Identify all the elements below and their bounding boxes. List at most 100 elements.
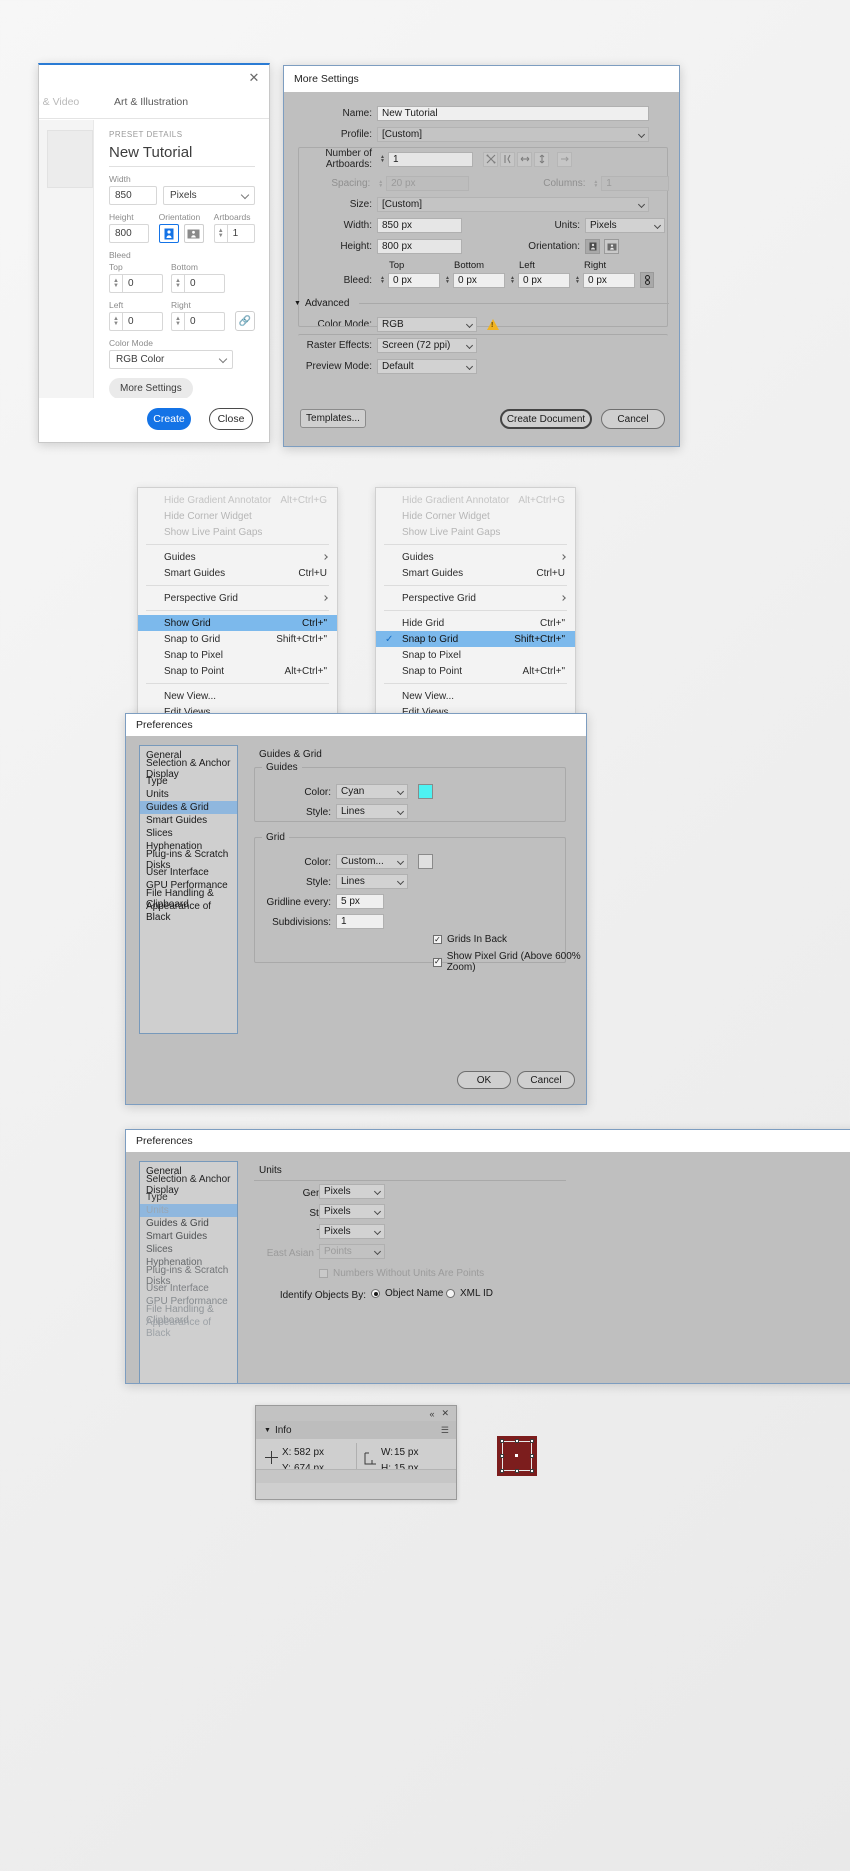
object-name-radio[interactable]	[371, 1289, 380, 1298]
chevron-down-icon[interactable]: ▼	[264, 1427, 271, 1434]
handle-top-center[interactable]	[515, 1439, 519, 1443]
artboards-stepper[interactable]: ▲ ▼	[377, 152, 388, 167]
xml-id-radio[interactable]	[446, 1289, 455, 1298]
cancel-button[interactable]: Cancel	[517, 1071, 575, 1089]
menu-item[interactable]: Hide Gradient Annotator Alt+Ctrl+G	[138, 492, 337, 508]
menu-item[interactable]: Guides	[376, 549, 575, 565]
numbers-without-units-row[interactable]: Numbers Without Units Are Points	[319, 1268, 484, 1279]
link-bleed-values-icon[interactable]	[640, 272, 654, 288]
tab-art-and-illustration[interactable]: Art & Illustration	[114, 96, 188, 108]
numbers-without-units-checkbox[interactable]	[319, 1269, 328, 1278]
artboard-layout-row-icon[interactable]	[517, 151, 532, 167]
menu-item[interactable]: Perspective Grid	[138, 590, 337, 606]
preferences-category-item[interactable]: Guides & Grid	[140, 1217, 237, 1230]
grid-color-select[interactable]: Custom...	[336, 854, 408, 869]
menu-item[interactable]: Guides	[138, 549, 337, 565]
preferences-category-item[interactable]: Appearance of Black	[140, 1317, 237, 1339]
menu-item[interactable]: Show Live Paint Gaps	[138, 524, 337, 540]
menu-item[interactable]: Snap to Point Alt+Ctrl+"	[376, 663, 575, 679]
guides-style-select[interactable]: Lines	[336, 804, 408, 819]
link-bleed-values-icon[interactable]: 🔗	[235, 311, 255, 331]
preset-thumbnail[interactable]	[47, 130, 93, 188]
preferences-category-item[interactable]: Slices	[140, 1243, 237, 1256]
preferences-category-item[interactable]: Appearance of Black	[140, 901, 237, 923]
grid-style-select[interactable]: Lines	[336, 874, 408, 889]
bleed-right-input[interactable]: 0 px	[583, 272, 635, 288]
profile-select[interactable]: [Custom]	[377, 127, 649, 142]
bleed-right-stepper[interactable]: ▲ ▼	[572, 273, 583, 288]
menu-item[interactable]: Hide Grid Ctrl+"	[376, 615, 575, 631]
height-input[interactable]: 800 px	[377, 239, 462, 254]
color-mode-select[interactable]: RGB	[377, 317, 477, 332]
preferences-category-list[interactable]: General Selection & Anchor Display Type Uni…	[139, 1161, 238, 1383]
menu-item[interactable]: Hide Corner Widget	[376, 508, 575, 524]
preferences-category-item[interactable]: Units	[140, 788, 237, 801]
preferences-category-item[interactable]: Plug-ins & Scratch Disks	[140, 849, 237, 871]
guides-color-swatch[interactable]	[418, 784, 433, 799]
width-input[interactable]: 850	[109, 186, 157, 205]
artboard-layout-column-icon[interactable]	[534, 151, 549, 167]
tab-film-and-video[interactable]: m & Video	[39, 96, 79, 108]
ok-button[interactable]: OK	[457, 1071, 511, 1089]
east-asian-type-select[interactable]: Points	[319, 1244, 385, 1259]
menu-item[interactable]: New View...	[376, 688, 575, 704]
stroke-units-select[interactable]: Pixels	[319, 1204, 385, 1219]
handle-bottom-right[interactable]	[530, 1469, 534, 1473]
handle-top-right[interactable]	[530, 1439, 534, 1443]
preferences-category-item[interactable]: Smart Guides	[140, 1230, 237, 1243]
spacing-stepper[interactable]: ▲ ▼	[375, 176, 386, 191]
menu-item[interactable]: Snap to Pixel	[376, 647, 575, 663]
size-select[interactable]: [Custom]	[377, 197, 649, 212]
handle-middle-right[interactable]	[530, 1454, 534, 1458]
bleed-top-input[interactable]: 0	[122, 274, 163, 293]
bleed-bottom-stepper[interactable]: ▲ ▼	[442, 273, 453, 288]
bleed-left-stepper[interactable]: ▲ ▼	[109, 312, 122, 331]
object-name-radio-row[interactable]: Object Name	[371, 1288, 443, 1299]
preferences-category-item[interactable]: Selection & Anchor Display	[140, 758, 237, 780]
xml-id-radio-row[interactable]: XML ID	[446, 1288, 493, 1299]
menu-item[interactable]: Snap to Grid Shift+Ctrl+"	[138, 631, 337, 647]
more-settings-button[interactable]: More Settings	[109, 378, 193, 399]
width-units-select[interactable]: Pixels	[163, 186, 255, 205]
bleed-left-input[interactable]: 0 px	[518, 272, 570, 288]
bleed-bottom-stepper[interactable]: ▲ ▼	[171, 274, 184, 293]
menu-item[interactable]: Perspective Grid	[376, 590, 575, 606]
columns-stepper[interactable]: ▲ ▼	[591, 176, 602, 191]
bleed-bottom-input[interactable]: 0	[184, 274, 225, 293]
handle-top-left[interactable]	[500, 1439, 504, 1443]
artboard-layout-grid-rows-icon[interactable]	[483, 151, 498, 167]
close-button[interactable]: Close	[209, 408, 253, 430]
units-select[interactable]: Pixels	[585, 218, 665, 233]
preferences-category-item[interactable]: Selection & Anchor Display	[140, 1174, 237, 1196]
show-pixel-grid-checkbox[interactable]: ✓	[433, 957, 442, 967]
bleed-right-stepper[interactable]: ▲ ▼	[171, 312, 184, 331]
bleed-left-input[interactable]: 0	[122, 312, 163, 331]
handle-bottom-center[interactable]	[515, 1469, 519, 1473]
chevrons-icon[interactable]: «	[429, 1409, 434, 1419]
general-units-select[interactable]: Pixels	[319, 1184, 385, 1199]
width-input[interactable]: 850 px	[377, 218, 462, 233]
orientation-landscape-button[interactable]	[604, 239, 619, 254]
artboards-input[interactable]: 1	[226, 224, 255, 243]
cancel-button[interactable]: Cancel	[601, 409, 665, 429]
close-icon[interactable]: ✕	[247, 71, 261, 85]
artboards-stepper[interactable]: ▲ ▼	[213, 224, 227, 243]
columns-input[interactable]: 1	[601, 176, 669, 191]
menu-item[interactable]: Smart Guides Ctrl+U	[138, 565, 337, 581]
menu-item[interactable]: Hide Corner Widget	[138, 508, 337, 524]
orientation-portrait-button[interactable]	[585, 239, 600, 254]
bleed-top-stepper[interactable]: ▲ ▼	[109, 274, 122, 293]
info-panel-tab[interactable]: ▼ Info ☰	[256, 1421, 456, 1439]
menu-item[interactable]: Show Grid Ctrl+"	[138, 615, 337, 631]
spacing-input[interactable]: 20 px	[386, 176, 470, 191]
type-units-select[interactable]: Pixels	[319, 1224, 385, 1239]
handle-bottom-left[interactable]	[500, 1469, 504, 1473]
grids-in-back-checkbox[interactable]: ✓	[433, 935, 442, 944]
height-input[interactable]: 800	[109, 224, 149, 243]
gridline-every-input[interactable]: 5 px	[336, 894, 384, 909]
orientation-landscape-button[interactable]	[183, 224, 204, 243]
orientation-portrait-button[interactable]	[158, 224, 179, 243]
preferences-category-item[interactable]: Smart Guides	[140, 814, 237, 827]
preset-name-input[interactable]: New Tutorial	[109, 144, 255, 167]
name-input[interactable]: New Tutorial	[377, 106, 649, 121]
